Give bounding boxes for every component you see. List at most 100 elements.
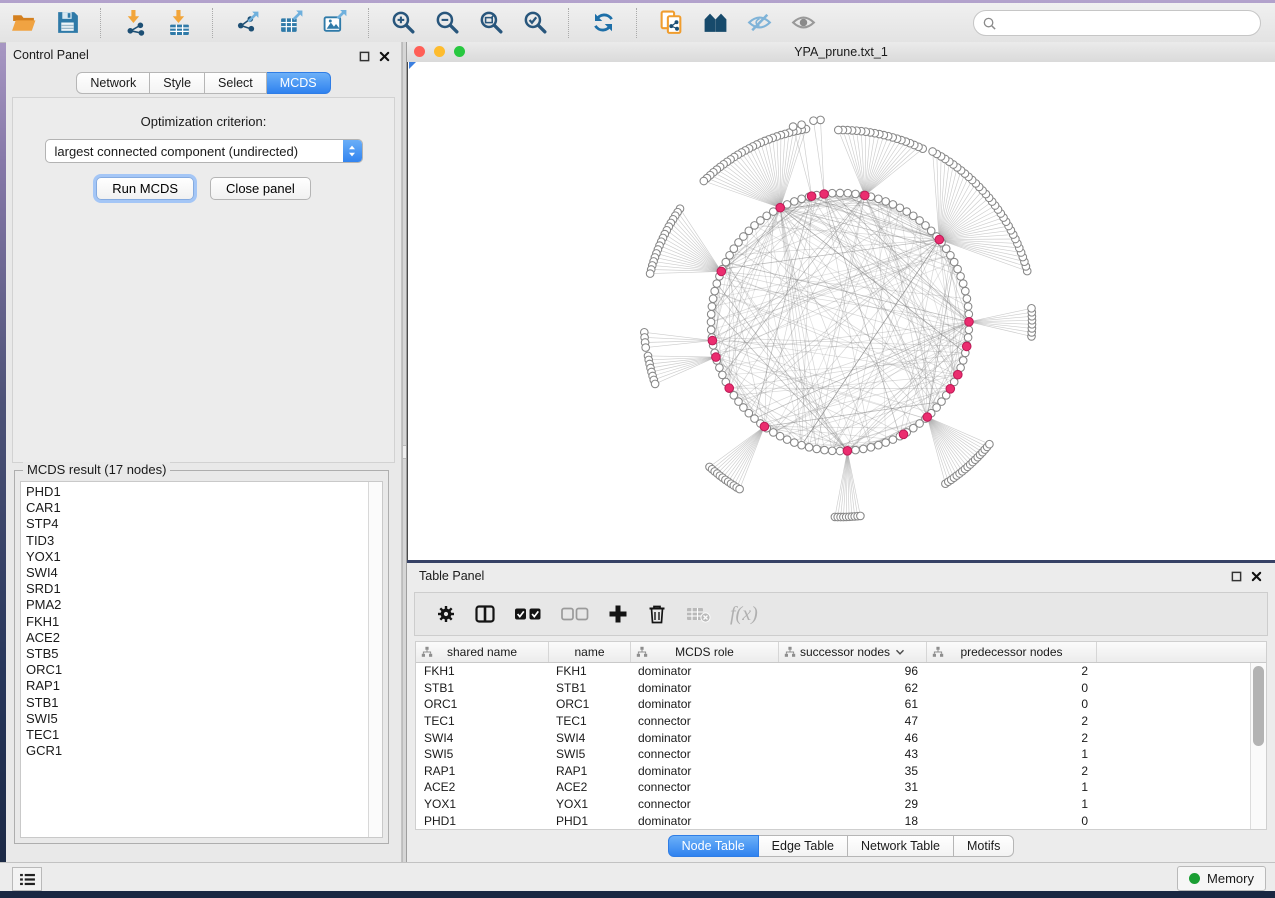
cell-predecessor-nodes[interactable]: 0 (926, 681, 1096, 695)
mcds-hub-node[interactable] (861, 191, 870, 200)
network-node[interactable] (798, 121, 806, 129)
import-network-icon[interactable] (120, 8, 150, 38)
tab-style[interactable]: Style (150, 72, 205, 94)
table-row[interactable]: RAP1RAP1dominator352 (416, 763, 1251, 780)
network-node[interactable] (889, 436, 897, 444)
criterion-dropdown[interactable]: largest connected component (undirected) (45, 139, 363, 163)
network-node[interactable] (791, 439, 799, 447)
network-node[interactable] (882, 439, 890, 447)
mcds-result-item[interactable]: PMA2 (21, 597, 368, 613)
add-icon[interactable] (607, 601, 629, 627)
mcds-hub-node[interactable] (899, 430, 908, 439)
network-node[interactable] (963, 295, 971, 303)
network-node[interactable] (642, 344, 650, 352)
network-node[interactable] (889, 201, 897, 209)
mcds-hub-node[interactable] (965, 318, 974, 327)
network-node[interactable] (860, 445, 868, 453)
network-node[interactable] (716, 364, 724, 372)
cell-predecessor-nodes[interactable]: 0 (926, 814, 1096, 828)
network-node[interactable] (844, 189, 852, 197)
cell-name[interactable]: FKH1 (548, 664, 630, 678)
zoom-selected-icon[interactable] (520, 8, 550, 38)
network-node[interactable] (707, 326, 715, 334)
cell-predecessor-nodes[interactable]: 2 (926, 714, 1096, 728)
network-node[interactable] (835, 126, 843, 134)
hide-selected-icon[interactable] (744, 8, 774, 38)
mcds-hub-node[interactable] (954, 370, 963, 379)
cell-MCDS-role[interactable]: dominator (630, 764, 778, 778)
mcds-hub-node[interactable] (946, 385, 955, 394)
network-node[interactable] (867, 444, 875, 452)
search-box[interactable] (973, 10, 1261, 36)
first-neighbors-icon[interactable] (700, 8, 730, 38)
cell-successor-nodes[interactable]: 46 (778, 731, 926, 745)
cell-MCDS-role[interactable]: dominator (630, 681, 778, 695)
tab-mcds[interactable]: MCDS (267, 72, 331, 94)
tab-network-table[interactable]: Network Table (848, 835, 954, 857)
network-node[interactable] (711, 287, 719, 295)
network-node[interactable] (789, 123, 797, 131)
cell-shared-name[interactable]: ACE2 (416, 780, 548, 794)
mcds-result-item[interactable]: FKH1 (21, 614, 368, 630)
cell-shared-name[interactable]: STB1 (416, 681, 548, 695)
table-row[interactable]: FKH1FKH1dominator962 (416, 663, 1251, 680)
mcds-hub-node[interactable] (776, 203, 785, 212)
cell-successor-nodes[interactable]: 96 (778, 664, 926, 678)
mcds-hub-node[interactable] (923, 413, 932, 422)
close-table-panel-icon[interactable] (1249, 569, 1263, 583)
cell-successor-nodes[interactable]: 29 (778, 797, 926, 811)
column-header-predecessor-nodes[interactable]: predecessor nodes (926, 642, 1096, 662)
network-node[interactable] (709, 295, 717, 303)
mcds-result-item[interactable]: STB5 (21, 646, 368, 662)
network-node[interactable] (929, 148, 937, 156)
cell-successor-nodes[interactable]: 47 (778, 714, 926, 728)
cell-successor-nodes[interactable]: 18 (778, 814, 926, 828)
column-header-name[interactable]: name (548, 642, 630, 662)
network-node[interactable] (986, 440, 994, 448)
network-node[interactable] (852, 190, 860, 198)
delete-icon[interactable] (646, 601, 668, 627)
table-row[interactable]: PHD1PHD1dominator180 (416, 812, 1251, 829)
memory-button[interactable]: Memory (1177, 866, 1266, 891)
network-node[interactable] (882, 198, 890, 206)
show-all-icon[interactable] (788, 8, 818, 38)
cell-name[interactable]: STB1 (548, 681, 630, 695)
cell-predecessor-nodes[interactable]: 1 (926, 797, 1096, 811)
table-row[interactable]: ORC1ORC1dominator610 (416, 696, 1251, 713)
network-node[interactable] (954, 265, 962, 273)
cell-MCDS-role[interactable]: dominator (630, 664, 778, 678)
cell-shared-name[interactable]: SWI5 (416, 747, 548, 761)
cell-predecessor-nodes[interactable]: 2 (926, 664, 1096, 678)
cell-shared-name[interactable]: ORC1 (416, 697, 548, 711)
network-node[interactable] (700, 177, 708, 185)
mcds-hub-node[interactable] (712, 353, 721, 362)
mcds-hub-node[interactable] (962, 342, 971, 351)
splitter-handle[interactable] (403, 445, 406, 459)
mcds-hub-node[interactable] (935, 235, 944, 244)
mcds-result-list[interactable]: PHD1CAR1STP4TID3YOX1SWI4SRD1PMA2FKH1ACE2… (20, 481, 383, 838)
cell-successor-nodes[interactable]: 62 (778, 681, 926, 695)
mcds-result-item[interactable]: TEC1 (21, 727, 368, 743)
mcds-hub-node[interactable] (725, 384, 734, 393)
cell-shared-name[interactable]: TEC1 (416, 714, 548, 728)
network-node[interactable] (707, 310, 715, 318)
close-panel-button[interactable]: Close panel (210, 177, 311, 200)
tab-select[interactable]: Select (205, 72, 267, 94)
network-node[interactable] (713, 280, 721, 288)
column-header-shared-name[interactable]: shared name (416, 642, 548, 662)
network-node[interactable] (798, 195, 806, 203)
network-node[interactable] (962, 287, 970, 295)
table-scrollbar[interactable] (1250, 663, 1266, 829)
cell-MCDS-role[interactable]: dominator (630, 814, 778, 828)
mcds-result-item[interactable]: RAP1 (21, 678, 368, 694)
duplicate-network-icon[interactable] (656, 8, 686, 38)
cell-MCDS-role[interactable]: connector (630, 747, 778, 761)
tab-edge-table[interactable]: Edge Table (759, 835, 848, 857)
cell-name[interactable]: SWI4 (548, 731, 630, 745)
network-node[interactable] (817, 116, 825, 124)
open-session-icon[interactable] (8, 8, 38, 38)
table-scrollbar-thumb[interactable] (1253, 666, 1264, 746)
cell-successor-nodes[interactable]: 35 (778, 764, 926, 778)
export-network-icon[interactable] (232, 8, 262, 38)
zoom-in-icon[interactable] (388, 8, 418, 38)
